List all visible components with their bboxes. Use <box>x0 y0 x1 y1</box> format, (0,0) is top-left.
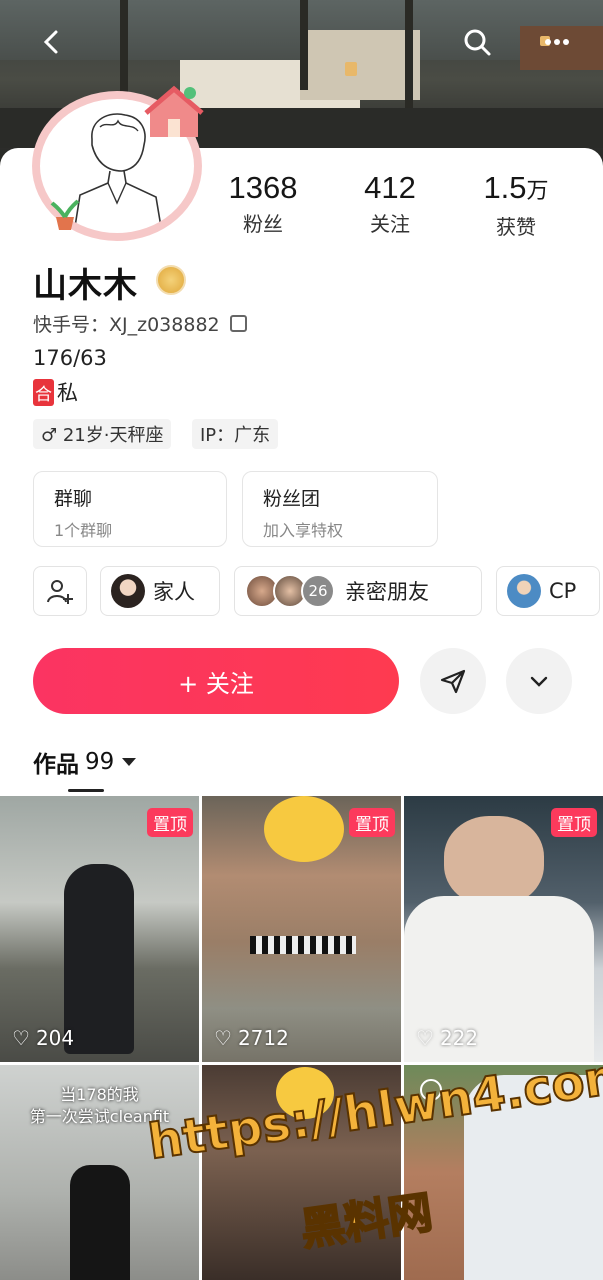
pinned-badge: 置顶 <box>349 808 395 837</box>
plant-sticker-icon <box>50 199 80 230</box>
heart-icon: ♡ <box>12 1026 30 1050</box>
fan-club-title: 粉丝团 <box>263 488 321 510</box>
tab-indicator <box>68 789 104 792</box>
add-friend-button[interactable] <box>33 566 87 616</box>
post-tile[interactable]: 当178的我 第一次尝试cleanfit <box>0 1065 199 1280</box>
group-chat-sub: 1个群聊 <box>54 521 113 540</box>
pinned-badge: 置顶 <box>147 808 193 837</box>
copy-icon[interactable] <box>229 315 247 332</box>
add-user-icon <box>47 580 73 604</box>
post-tile[interactable]: 置顶 ♡ 2712 <box>202 796 401 1062</box>
cp-avatar <box>507 574 541 608</box>
fans-count: 1368 <box>228 170 298 205</box>
tab-works[interactable]: 作品 99 <box>33 745 137 779</box>
likes-count: 1.5万 <box>483 170 549 205</box>
kuaishou-id: 快手号：XJ_z038882 <box>33 310 247 337</box>
chevron-left-icon <box>43 30 58 54</box>
profile-name: 山木木 <box>33 266 138 306</box>
group-chat-card[interactable]: 群聊 1个群聊 <box>33 471 227 547</box>
post-caption-1: 当178的我 <box>60 1085 139 1104</box>
ip-location-chip: IP：广东 <box>192 419 279 449</box>
following-count: 412 <box>364 170 416 205</box>
cp-label: CP <box>549 579 577 603</box>
following-label: 关注 <box>370 212 410 236</box>
bio-line-1: 176/63 <box>33 346 107 370</box>
fans-stat[interactable]: 1368 粉丝 <box>208 170 318 237</box>
fan-club-sub: 加入享特权 <box>263 521 344 540</box>
back-button[interactable] <box>30 20 74 64</box>
like-count: ♡ 204 <box>12 1026 75 1050</box>
gender-age-chip: ♂ 21岁·天秤座 <box>33 419 172 449</box>
close-friends-pill[interactable]: 26 亲密朋友 <box>234 566 482 616</box>
following-stat[interactable]: 412 关注 <box>335 170 445 237</box>
fans-label: 粉丝 <box>243 212 283 236</box>
more-button[interactable] <box>535 20 579 64</box>
group-chat-title: 群聊 <box>54 488 93 510</box>
post-tile[interactable]: 置顶 ♡ 204 <box>0 796 199 1062</box>
likes-label: 获赞 <box>496 215 536 239</box>
family-avatar <box>111 574 145 608</box>
close-friends-label: 亲密朋友 <box>345 580 429 604</box>
message-button[interactable] <box>420 648 486 714</box>
search-icon <box>464 29 491 56</box>
friend-count-avatar: 26 <box>301 574 335 608</box>
chevron-down-icon <box>530 676 548 687</box>
like-count: ♡ 222 <box>416 1026 479 1050</box>
avatar[interactable] <box>30 85 208 245</box>
follow-button[interactable]: + 关注 <box>33 648 399 714</box>
family-pill[interactable]: 家人 <box>100 566 220 616</box>
fan-club-card[interactable]: 粉丝团 加入享特权 <box>242 471 438 547</box>
post-tile[interactable]: 置顶 ♡ 222 <box>404 796 603 1062</box>
search-button[interactable] <box>455 20 499 64</box>
send-icon <box>440 669 466 694</box>
dropdown-icon <box>122 758 137 766</box>
expand-button[interactable] <box>506 648 572 714</box>
bio-tag: 合 <box>33 378 54 406</box>
likes-stat[interactable]: 1.5万 获赞 <box>461 170 571 240</box>
bio-line-2: 合 私 <box>33 377 78 407</box>
cp-pill[interactable]: CP <box>496 566 600 616</box>
level-badge-icon[interactable] <box>156 265 186 295</box>
works-count: 99 <box>85 749 115 775</box>
more-dots-icon <box>545 39 569 45</box>
heart-icon: ♡ <box>416 1026 434 1050</box>
pinned-badge: 置顶 <box>551 808 597 837</box>
heart-icon: ♡ <box>214 1026 232 1050</box>
like-count: ♡ 2712 <box>214 1026 289 1050</box>
family-label: 家人 <box>153 580 195 604</box>
house-sticker-icon <box>144 85 204 137</box>
